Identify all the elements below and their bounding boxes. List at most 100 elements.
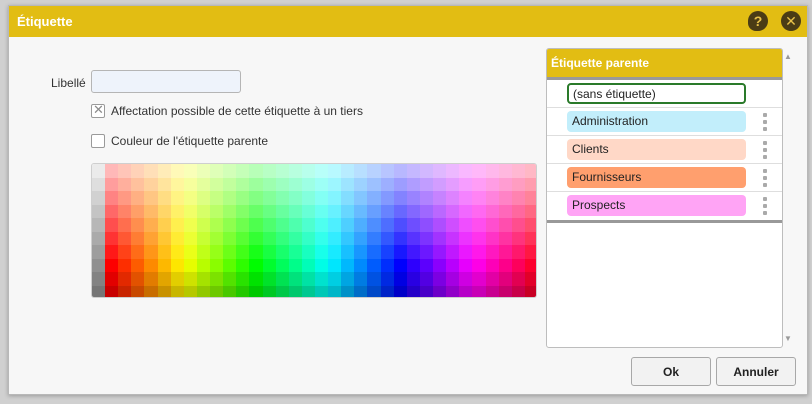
color-swatch[interactable] — [498, 285, 512, 297]
close-icon[interactable]: ✕ — [781, 11, 801, 31]
color-swatch[interactable] — [170, 258, 184, 272]
parent-tag-row[interactable]: Administration — [547, 108, 782, 136]
help-icon[interactable]: ? — [748, 11, 768, 31]
color-swatch[interactable] — [196, 191, 211, 205]
color-swatch[interactable] — [196, 245, 211, 259]
color-swatch[interactable] — [223, 272, 237, 286]
color-swatch[interactable] — [236, 231, 250, 245]
color-swatch[interactable] — [288, 258, 302, 272]
color-swatch[interactable] — [459, 258, 473, 272]
color-swatch[interactable] — [367, 231, 381, 245]
color-swatch[interactable] — [524, 245, 536, 259]
color-swatch[interactable] — [157, 231, 171, 245]
color-palette-grid[interactable] — [92, 164, 536, 297]
color-swatch[interactable] — [118, 258, 132, 272]
color-swatch[interactable] — [341, 285, 355, 297]
color-swatch[interactable] — [459, 285, 473, 297]
color-swatch[interactable] — [262, 285, 276, 297]
color-swatch[interactable] — [157, 245, 171, 259]
color-swatch[interactable] — [144, 164, 158, 178]
color-swatch[interactable] — [367, 272, 381, 286]
color-swatch[interactable] — [262, 245, 276, 259]
color-swatch[interactable] — [144, 204, 158, 218]
color-swatch[interactable] — [328, 177, 342, 191]
color-swatch[interactable] — [459, 177, 473, 191]
color-swatch[interactable] — [511, 177, 525, 191]
color-swatch[interactable] — [315, 258, 329, 272]
color-swatch[interactable] — [144, 218, 158, 232]
parent-tag-chip[interactable]: Administration — [567, 111, 746, 132]
color-swatch[interactable] — [393, 245, 407, 259]
color-swatch[interactable] — [380, 272, 394, 286]
color-swatch[interactable] — [275, 164, 289, 178]
color-swatch[interactable] — [223, 204, 237, 218]
color-swatch[interactable] — [341, 272, 355, 286]
color-swatch[interactable] — [498, 272, 512, 286]
color-swatch[interactable] — [183, 231, 197, 245]
color-swatch[interactable] — [144, 177, 158, 191]
color-swatch[interactable] — [92, 272, 106, 286]
color-swatch[interactable] — [249, 218, 263, 232]
color-swatch[interactable] — [210, 231, 224, 245]
color-swatch[interactable] — [131, 285, 145, 297]
color-swatch[interactable] — [196, 177, 211, 191]
color-swatch[interactable] — [105, 177, 119, 191]
color-swatch[interactable] — [92, 231, 106, 245]
parent-tag-chip[interactable]: Prospects — [567, 195, 746, 216]
parent-tag-chip[interactable]: (sans étiquette) — [567, 83, 746, 104]
color-swatch[interactable] — [419, 285, 434, 297]
color-swatch[interactable] — [446, 218, 460, 232]
color-swatch[interactable] — [524, 218, 536, 232]
color-swatch[interactable] — [328, 218, 342, 232]
color-swatch[interactable] — [354, 218, 368, 232]
color-swatch[interactable] — [170, 191, 184, 205]
color-swatch[interactable] — [419, 218, 434, 232]
color-swatch[interactable] — [92, 258, 106, 272]
color-swatch[interactable] — [524, 258, 536, 272]
color-swatch[interactable] — [118, 231, 132, 245]
color-swatch[interactable] — [315, 218, 329, 232]
color-swatch[interactable] — [328, 231, 342, 245]
color-swatch[interactable] — [367, 258, 381, 272]
color-swatch[interactable] — [170, 231, 184, 245]
color-swatch[interactable] — [498, 245, 512, 259]
color-swatch[interactable] — [144, 272, 158, 286]
color-swatch[interactable] — [367, 245, 381, 259]
color-swatch[interactable] — [485, 245, 499, 259]
color-swatch[interactable] — [262, 204, 276, 218]
color-swatch[interactable] — [341, 245, 355, 259]
color-swatch[interactable] — [472, 258, 486, 272]
color-swatch[interactable] — [472, 204, 486, 218]
color-swatch[interactable] — [275, 285, 289, 297]
color-swatch[interactable] — [301, 164, 315, 178]
color-swatch[interactable] — [315, 231, 329, 245]
color-swatch[interactable] — [354, 177, 368, 191]
color-swatch[interactable] — [367, 218, 381, 232]
color-swatch[interactable] — [196, 218, 211, 232]
color-swatch[interactable] — [511, 191, 525, 205]
color-swatch[interactable] — [380, 245, 394, 259]
color-swatch[interactable] — [144, 191, 158, 205]
color-swatch[interactable] — [419, 204, 434, 218]
color-swatch[interactable] — [131, 231, 145, 245]
color-swatch[interactable] — [315, 177, 329, 191]
parent-color-checkbox[interactable] — [91, 134, 105, 148]
color-swatch[interactable] — [498, 191, 512, 205]
color-swatch[interactable] — [183, 272, 197, 286]
color-swatch[interactable] — [183, 204, 197, 218]
cancel-button[interactable]: Annuler — [716, 357, 796, 386]
color-swatch[interactable] — [472, 164, 486, 178]
color-swatch[interactable] — [328, 272, 342, 286]
color-swatch[interactable] — [380, 204, 394, 218]
color-swatch[interactable] — [301, 177, 315, 191]
color-swatch[interactable] — [419, 191, 434, 205]
color-swatch[interactable] — [118, 177, 132, 191]
color-swatch[interactable] — [315, 204, 329, 218]
color-swatch[interactable] — [183, 218, 197, 232]
color-swatch[interactable] — [419, 272, 434, 286]
color-swatch[interactable] — [433, 285, 447, 297]
color-swatch[interactable] — [275, 177, 289, 191]
color-swatch[interactable] — [315, 272, 329, 286]
color-swatch[interactable] — [223, 285, 237, 297]
color-swatch[interactable] — [393, 164, 407, 178]
